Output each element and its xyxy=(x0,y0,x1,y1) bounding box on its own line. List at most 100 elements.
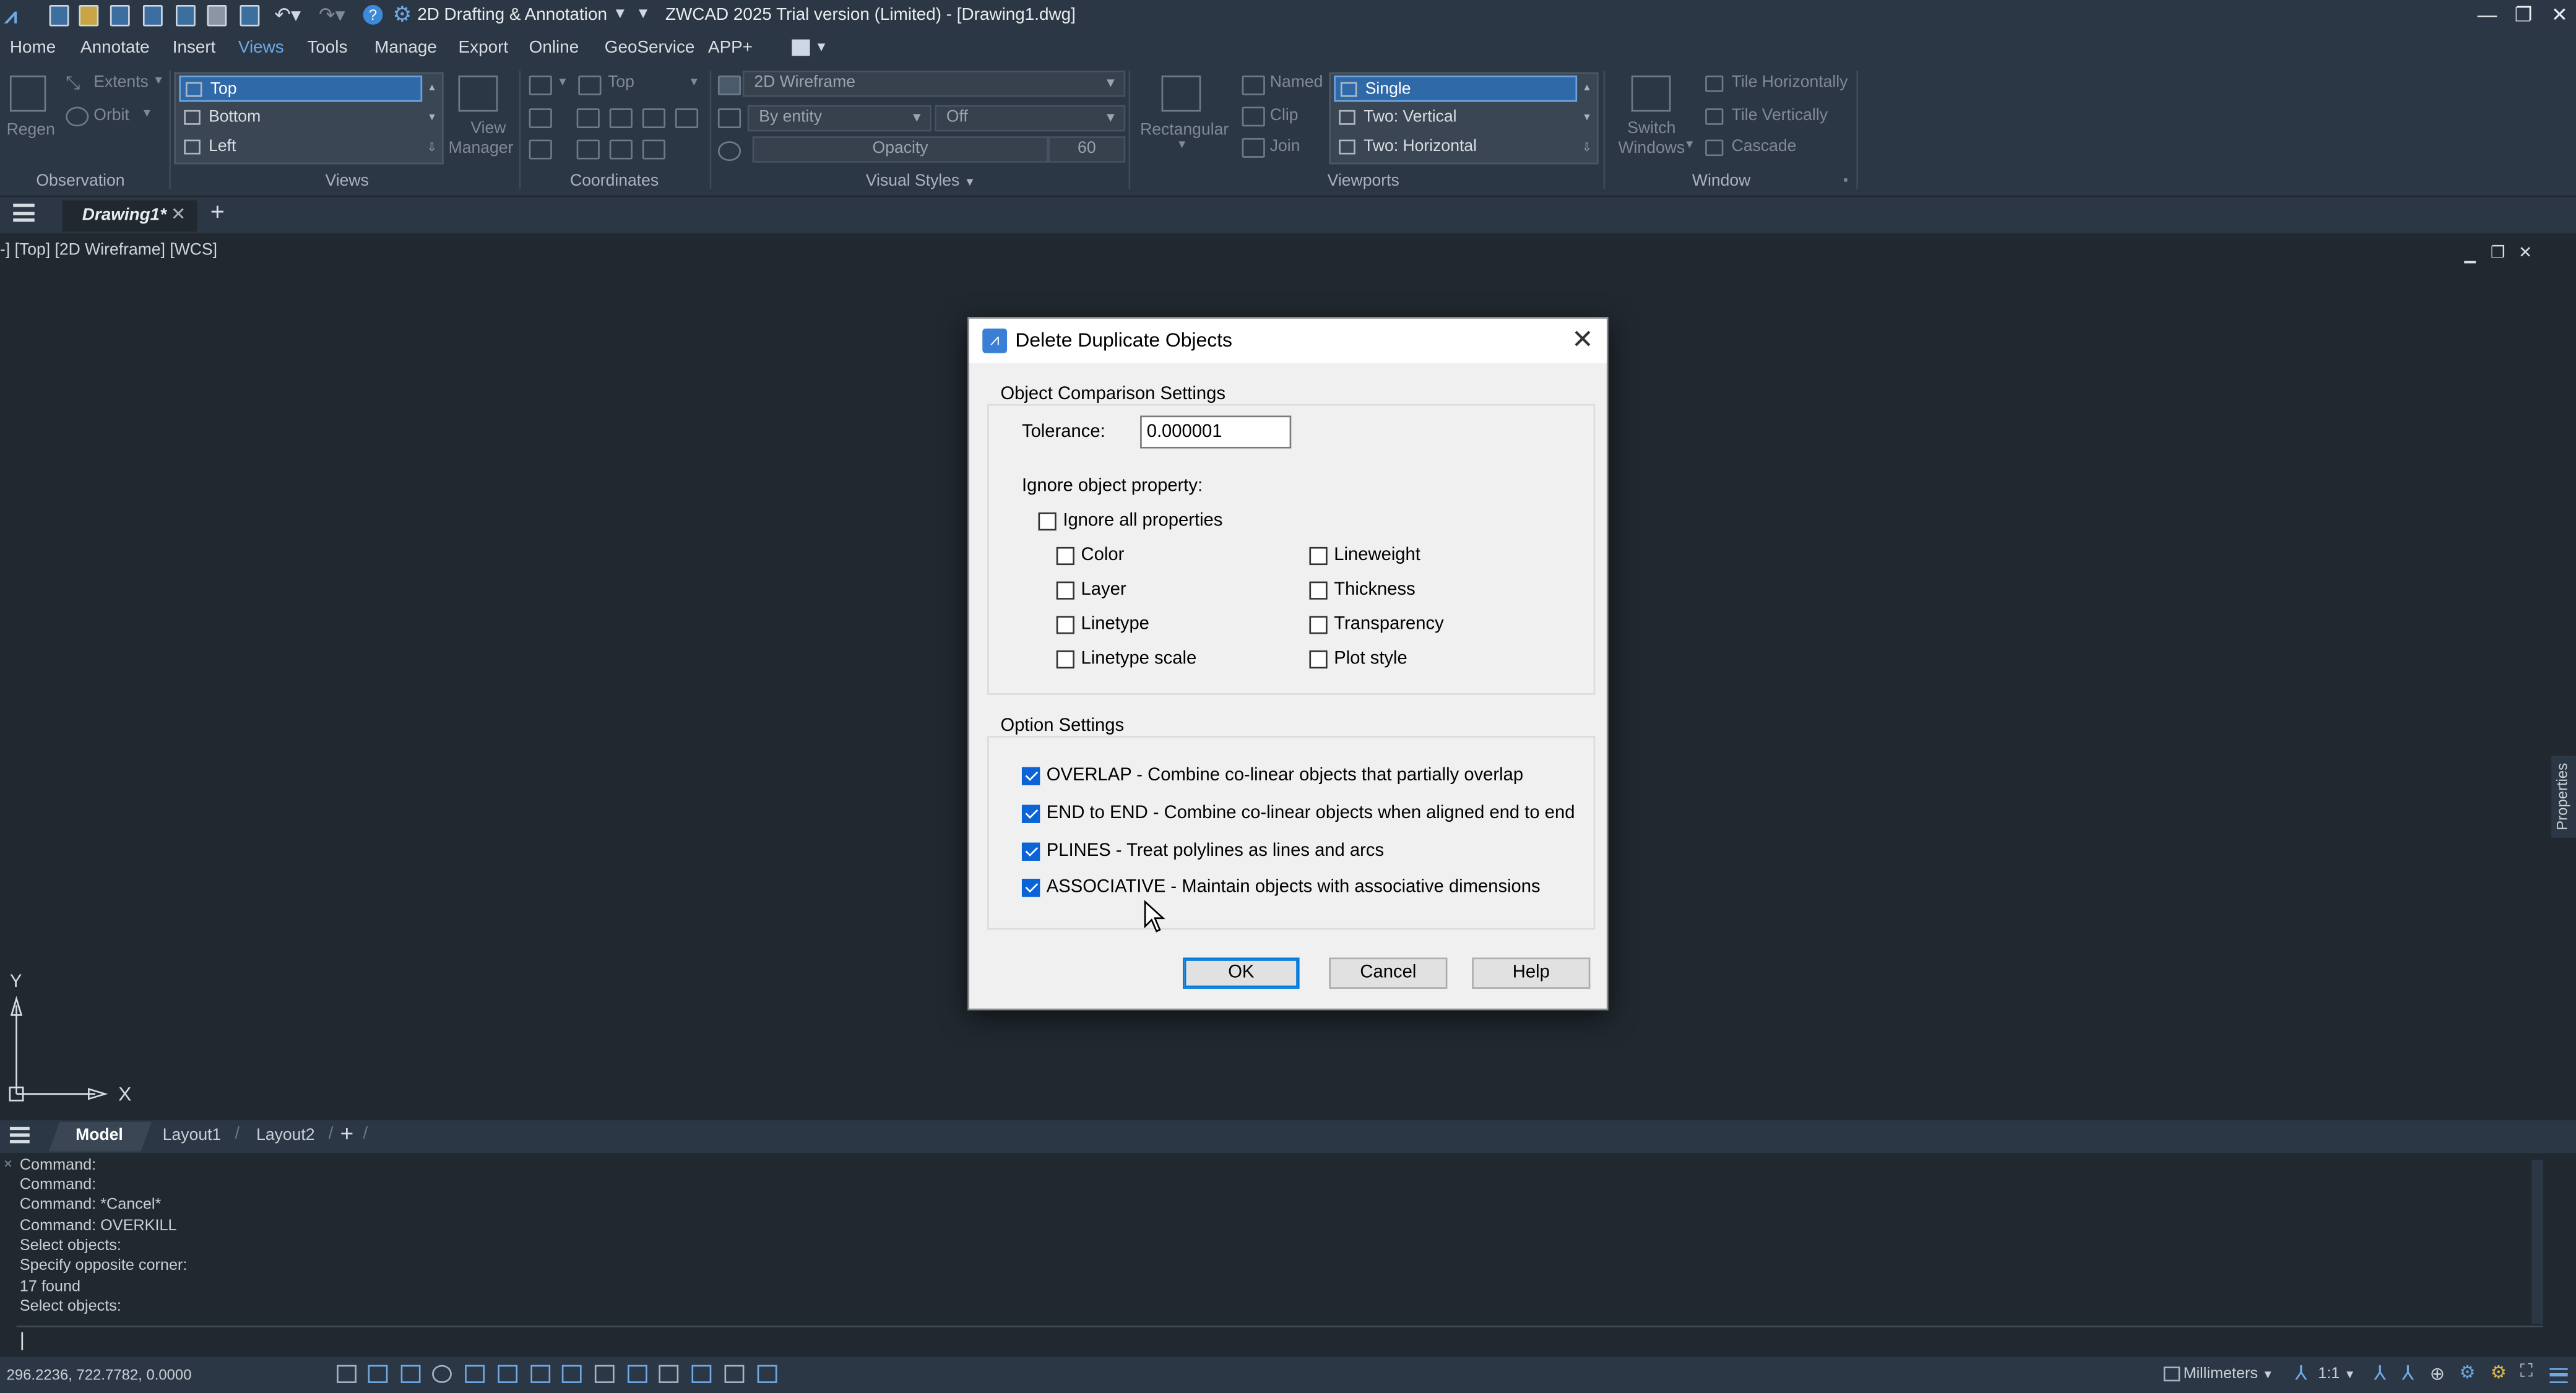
ucs-face-icon[interactable] xyxy=(609,139,633,160)
orbit-dropdown-icon[interactable]: ▼ xyxy=(141,108,152,120)
switch-windows-icon[interactable] xyxy=(1631,75,1671,112)
ucs-dropdown-icon[interactable]: ▼ xyxy=(557,77,568,89)
tab-export[interactable]: Export xyxy=(459,38,509,58)
command-scrollbar[interactable] xyxy=(2531,1159,2543,1324)
app-logo-icon[interactable]: ⩘ xyxy=(5,3,31,28)
visual-style-combo[interactable]: 2D Wireframe ▼ xyxy=(742,71,1126,97)
tolerance-input[interactable]: 0.000001 xyxy=(1140,415,1292,449)
close-window-icon[interactable]: ✕ xyxy=(2545,2,2575,28)
overlap-label[interactable]: OVERLAP - Combine co-linear objects that… xyxy=(1047,766,1523,785)
views-list[interactable]: Top Bottom Left ▲ ▼ ⇩ xyxy=(174,72,444,165)
ucs-world-icon[interactable] xyxy=(529,139,552,160)
views-expand-icon[interactable]: ⇩ xyxy=(427,141,437,155)
tile-vertically-button[interactable]: Tile Vertically xyxy=(1732,107,1828,125)
coordinates-readout[interactable]: 296.2236, 722.7782, 0.0000 xyxy=(7,1366,192,1383)
polar-icon[interactable] xyxy=(432,1365,452,1383)
associative-label[interactable]: ASSOCIATIVE - Maintain objects with asso… xyxy=(1047,877,1541,897)
document-tab[interactable]: Drawing1* ✕ xyxy=(62,200,197,232)
viewport-expand-icon[interactable]: ⇩ xyxy=(1582,141,1592,155)
join-button[interactable]: Join xyxy=(1270,138,1300,156)
plot-preview-icon[interactable] xyxy=(240,4,260,27)
new-tab-icon[interactable]: + xyxy=(210,199,225,226)
extents-dropdown-icon[interactable]: ▼ xyxy=(153,75,164,87)
tab-insert[interactable]: Insert xyxy=(173,38,216,58)
print-icon[interactable] xyxy=(207,4,227,27)
thickness-checkbox[interactable] xyxy=(1309,581,1328,600)
new-file-icon[interactable] xyxy=(49,4,69,27)
layer-label[interactable]: Layer xyxy=(1081,580,1126,600)
ucs-x-icon[interactable] xyxy=(642,108,665,129)
dynamic-input-icon[interactable] xyxy=(561,1365,582,1383)
ucs-3point-icon[interactable] xyxy=(609,108,633,129)
viewport-close-icon[interactable]: ✕ xyxy=(2518,244,2532,262)
plot-style-checkbox[interactable] xyxy=(1309,650,1328,669)
hamburger-menu-icon[interactable] xyxy=(13,204,35,222)
dynamic-ucs-icon[interactable] xyxy=(530,1365,551,1383)
selection-cycling-icon[interactable] xyxy=(659,1365,679,1383)
viewport-scroll-down-icon[interactable]: ▼ xyxy=(1582,113,1592,123)
lineweight-label[interactable]: Lineweight xyxy=(1334,545,1420,565)
ucs-origin-icon[interactable] xyxy=(529,108,552,129)
tab-home[interactable]: Home xyxy=(10,38,56,58)
transparency-checkbox[interactable] xyxy=(1309,616,1328,634)
command-close-icon[interactable]: ✕ xyxy=(3,1158,13,1171)
save-all-icon[interactable] xyxy=(176,4,196,27)
transparency-icon[interactable] xyxy=(627,1365,647,1383)
annotation-visibility-icon[interactable]: ⅄ xyxy=(2374,1361,2385,1384)
save-icon[interactable] xyxy=(110,4,130,27)
units-selector[interactable]: Millimeters ▼ xyxy=(2184,1365,2274,1383)
viewport-item-two-horizontal[interactable]: Two: Horizontal xyxy=(1334,135,1577,161)
viewport-item-single[interactable]: Single xyxy=(1334,75,1578,102)
switch-windows-dropdown-icon[interactable]: ▼ xyxy=(1684,140,1695,152)
dialog-close-icon[interactable]: ✕ xyxy=(1571,324,1594,356)
properties-side-tab[interactable]: Properties xyxy=(2551,755,2576,838)
lineweight-checkbox[interactable] xyxy=(1309,546,1328,566)
lineweight-icon[interactable] xyxy=(594,1365,615,1383)
plot-style-label[interactable]: Plot style xyxy=(1334,649,1407,668)
edge-combo[interactable]: Off ▼ xyxy=(935,105,1126,132)
ok-button[interactable]: OK xyxy=(1183,957,1300,989)
viewport-controls-label[interactable]: -] [Top] [2D Wireframe] [WCS] xyxy=(0,241,217,259)
views-item-left[interactable]: Left xyxy=(179,135,422,161)
lock-ui-icon[interactable]: ⚙ xyxy=(2459,1361,2475,1383)
ignore-all-checkbox[interactable] xyxy=(1038,512,1057,531)
tab-app-plus[interactable]: APP+ xyxy=(708,38,753,58)
linetype-scale-checkbox[interactable] xyxy=(1056,650,1074,669)
rectangular-viewport-icon[interactable] xyxy=(1161,75,1201,112)
tab-manage[interactable]: Manage xyxy=(374,38,437,58)
end-to-end-checkbox[interactable] xyxy=(1021,804,1040,823)
coordinates-combo[interactable]: Top xyxy=(608,74,634,92)
tab-annotate[interactable]: Annotate xyxy=(80,38,150,58)
regen-icon[interactable] xyxy=(9,75,46,112)
workspace-switcher[interactable]: 2D Drafting & Annotation xyxy=(417,5,607,25)
view-manager-button[interactable]: View Manager xyxy=(449,120,514,160)
tab-layout2[interactable]: Layout2 xyxy=(256,1127,314,1145)
viewport-minimize-icon[interactable]: ▁ xyxy=(2464,246,2475,264)
tab-tools[interactable]: Tools xyxy=(307,38,347,58)
viewport-item-two-vertical[interactable]: Two: Vertical xyxy=(1334,105,1577,131)
tab-model-label[interactable]: Model xyxy=(76,1127,123,1145)
rectangular-dropdown-icon[interactable]: ▼ xyxy=(1176,140,1187,152)
ucs-object-icon[interactable] xyxy=(576,139,600,160)
rectangular-viewport-button[interactable]: Rectangular xyxy=(1140,121,1229,139)
color-label[interactable]: Color xyxy=(1081,545,1125,565)
visual-styles-group-title[interactable]: Visual Styles ▼ xyxy=(866,173,975,191)
grid-snap-icon[interactable] xyxy=(337,1365,357,1383)
tile-horizontally-button[interactable]: Tile Horizontally xyxy=(1732,74,1848,92)
switch-windows-button[interactable]: Switch Windows xyxy=(1618,120,1685,160)
orbit-button[interactable]: Orbit xyxy=(93,107,129,125)
isolate-icon[interactable] xyxy=(724,1365,745,1383)
viewport-config-list[interactable]: Single Two: Vertical Two: Horizontal ▲ ▼… xyxy=(1329,72,1599,165)
view-manager-icon[interactable] xyxy=(458,75,498,112)
views-scroll-down-icon[interactable]: ▼ xyxy=(427,113,437,123)
layer-checkbox[interactable] xyxy=(1056,581,1074,600)
auto-scale-icon[interactable]: ⅄ xyxy=(2402,1361,2414,1384)
object-track-icon[interactable] xyxy=(498,1365,518,1383)
clip-button[interactable]: Clip xyxy=(1270,107,1299,125)
undo-icon[interactable]: ↶▾ xyxy=(274,3,301,26)
opacity-slider[interactable]: Opacity xyxy=(752,136,1048,163)
workspace-gear-icon[interactable]: ⚙ xyxy=(392,2,412,28)
grid-display-icon[interactable] xyxy=(368,1365,388,1383)
ribbon-minimize-icon[interactable] xyxy=(792,39,810,56)
add-layout-icon[interactable]: + xyxy=(340,1120,353,1146)
